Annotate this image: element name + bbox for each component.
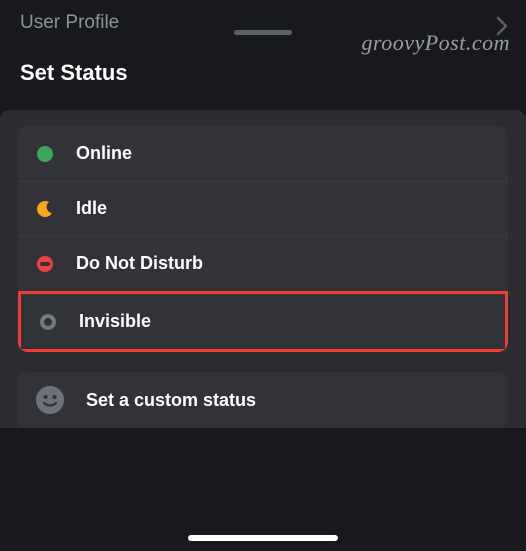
status-option-dnd[interactable]: Do Not Disturb — [18, 236, 508, 291]
status-sheet: Online Idle Do Not Disturb Invisible — [0, 110, 526, 428]
set-custom-status-button[interactable]: Set a custom status — [18, 372, 508, 428]
dnd-icon — [36, 255, 54, 273]
status-option-idle[interactable]: Idle — [18, 181, 508, 236]
drag-handle[interactable] — [234, 30, 292, 35]
status-option-invisible[interactable]: Invisible — [18, 291, 508, 352]
status-label: Online — [76, 143, 132, 164]
idle-icon — [36, 200, 54, 218]
online-icon — [36, 145, 54, 163]
back-title: User Profile — [20, 12, 119, 34]
status-label: Invisible — [79, 311, 151, 332]
status-list: Online Idle Do Not Disturb Invisible — [18, 126, 508, 352]
status-label: Idle — [76, 198, 107, 219]
custom-status-label: Set a custom status — [86, 390, 256, 411]
status-option-online[interactable]: Online — [18, 126, 508, 181]
header-back-row[interactable]: User Profile — [0, 0, 526, 42]
status-label: Do Not Disturb — [76, 253, 203, 274]
chevron-right-icon — [496, 16, 508, 41]
invisible-icon — [39, 313, 57, 331]
home-indicator[interactable] — [188, 535, 338, 541]
page-title: Set Status — [0, 42, 526, 110]
emoji-icon — [36, 386, 64, 414]
